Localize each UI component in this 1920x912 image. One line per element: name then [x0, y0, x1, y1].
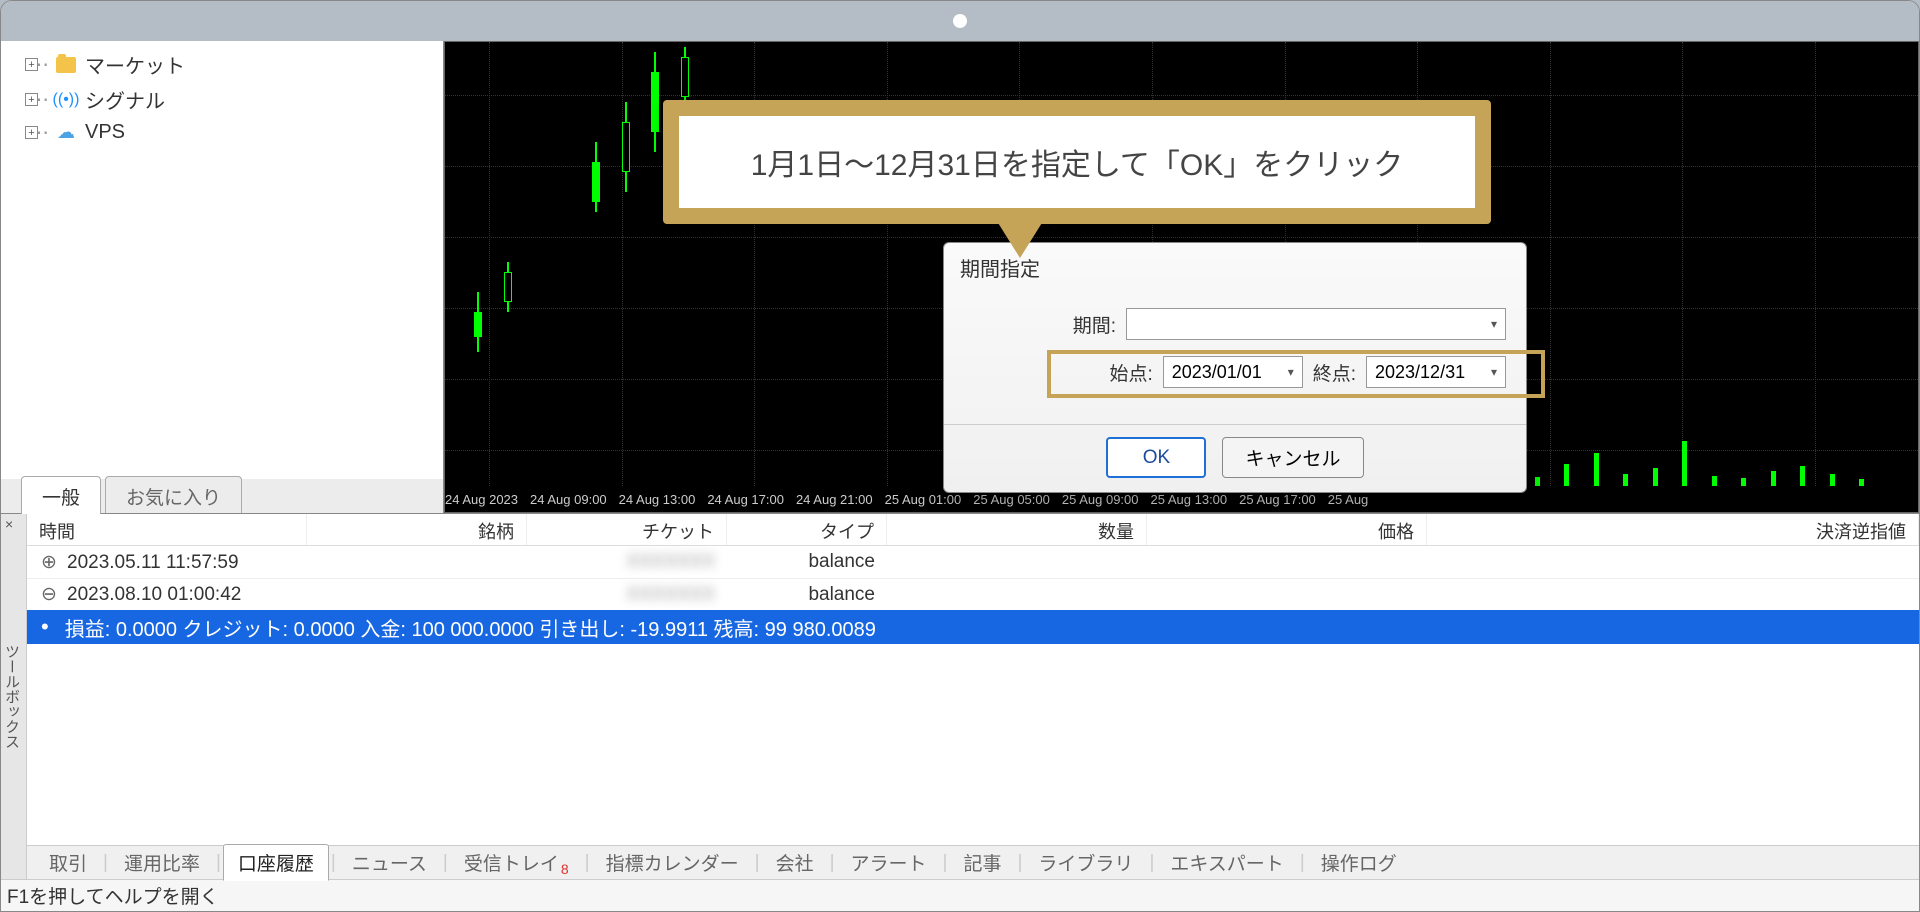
end-date-select[interactable]: 2023/12/31 ▾ [1366, 356, 1506, 388]
tab-calendar[interactable]: 指標カレンダー [592, 845, 753, 880]
ticket-cell-blurred: XXXXXXX [527, 549, 727, 575]
col-symbol[interactable]: 銘柄 [307, 514, 527, 545]
table-row[interactable]: ⊖2023.08.10 01:00:42 XXXXXXX balance [27, 578, 1919, 610]
callout-text: 1月1日〜12月31日を指定して「OK」をクリック [699, 140, 1455, 184]
chevron-down-icon: ▾ [1288, 365, 1294, 379]
tree-label: VPS [85, 121, 125, 144]
period-select[interactable]: ▾ [1126, 308, 1506, 340]
tab-company[interactable]: 会社 [762, 845, 828, 880]
folder-icon [55, 55, 77, 75]
ok-button[interactable]: OK [1106, 437, 1206, 478]
tree-item-vps[interactable]: + ⋯ ☁ VPS [1, 117, 443, 148]
chevron-down-icon: ▾ [1491, 365, 1497, 379]
status-text: F1を押してヘルプを開く [7, 882, 219, 909]
terminal-tabs: 取引| 運用比率| 口座履歴| ニュース| 受信トレイ8| 指標カレンダー| 会… [27, 845, 1919, 879]
tab-exposure[interactable]: 運用比率 [110, 845, 214, 880]
tab-articles[interactable]: 記事 [949, 845, 1015, 880]
inbox-badge: 8 [561, 861, 569, 877]
start-label: 始点: [1109, 359, 1152, 386]
date-row: 始点: 2023/01/01 ▾ 終点: 2023/12/31 ▾ [964, 356, 1506, 388]
tab-journal[interactable]: 操作ログ [1307, 845, 1411, 880]
status-bar: F1を押してヘルプを開く [1, 879, 1919, 911]
tab-news[interactable]: ニュース [338, 845, 441, 880]
tree-label: シグナル [85, 85, 165, 114]
tab-experts[interactable]: エキスパート [1156, 845, 1297, 880]
summary-text: 損益: 0.0000 クレジット: 0.0000 入金: 100 000.000… [65, 613, 876, 642]
signal-icon: ((•)) [55, 90, 77, 110]
expand-icon[interactable]: + [25, 126, 38, 139]
nav-tabs: 一般 お気に入り [1, 479, 443, 513]
expand-icon[interactable]: + [25, 93, 38, 106]
col-type[interactable]: タイプ [727, 514, 887, 545]
period-dialog: 期間指定 期間: ▾ 始点: 2023/01/01 ▾ [943, 242, 1527, 493]
toolbox-label: ツールボックス [1, 514, 27, 879]
tree-item-signal[interactable]: + ⋯ ((•)) シグナル [1, 82, 443, 117]
minus-icon: ⊖ [39, 583, 59, 606]
callout-tail-icon [990, 210, 1050, 258]
tree-label: マーケット [85, 50, 185, 79]
cancel-button[interactable]: キャンセル [1222, 437, 1363, 478]
col-ticket[interactable]: チケット [527, 514, 727, 545]
camera-notch [953, 14, 967, 28]
end-label: 終点: [1313, 359, 1356, 386]
tab-library[interactable]: ライブラリ [1024, 845, 1147, 880]
period-row: 期間: ▾ [964, 308, 1506, 340]
tab-alerts[interactable]: アラート [837, 845, 941, 880]
expand-icon[interactable]: + [25, 58, 38, 71]
tab-trade[interactable]: 取引 [35, 845, 101, 880]
navigator-panel: + ⋯ マーケット + ⋯ ((•)) シグナル + ⋯ ☁ [1, 41, 444, 513]
tab-inbox[interactable]: 受信トレイ8 [450, 845, 583, 880]
col-time[interactable]: 時間 [27, 514, 307, 545]
ticket-cell-blurred: XXXXXXX [527, 582, 727, 608]
table-row[interactable]: ⊕2023.05.11 11:57:59 XXXXXXX balance [27, 546, 1919, 578]
plus-icon: ⊕ [39, 551, 59, 574]
cloud-icon: ☁ [55, 123, 77, 143]
start-date-select[interactable]: 2023/01/01 ▾ [1163, 356, 1303, 388]
col-sl[interactable]: 決済逆指値 [1427, 514, 1919, 545]
tab-history[interactable]: 口座履歴 [223, 844, 329, 881]
period-label: 期間: [1073, 311, 1116, 338]
close-icon[interactable]: × [5, 516, 13, 532]
tree: + ⋯ マーケット + ⋯ ((•)) シグナル + ⋯ ☁ [1, 41, 443, 479]
terminal-panel: × ツールボックス 時間 銘柄 チケット タイプ 数量 価格 決済逆指値 ⊕20… [1, 513, 1919, 879]
tab-general[interactable]: 一般 [21, 476, 101, 514]
tree-item-market[interactable]: + ⋯ マーケット [1, 47, 443, 82]
annotation-callout: 1月1日〜12月31日を指定して「OK」をクリック [663, 100, 1491, 224]
tab-favorites[interactable]: お気に入り [105, 476, 242, 514]
col-price[interactable]: 価格 [1147, 514, 1427, 545]
chevron-down-icon: ▾ [1491, 317, 1497, 331]
grid-header: 時間 銘柄 チケット タイプ 数量 価格 決済逆指値 [27, 514, 1919, 546]
summary-row: • 損益: 0.0000 クレジット: 0.0000 入金: 100 000.0… [27, 610, 1919, 644]
title-bar [1, 1, 1919, 41]
col-qty[interactable]: 数量 [887, 514, 1147, 545]
